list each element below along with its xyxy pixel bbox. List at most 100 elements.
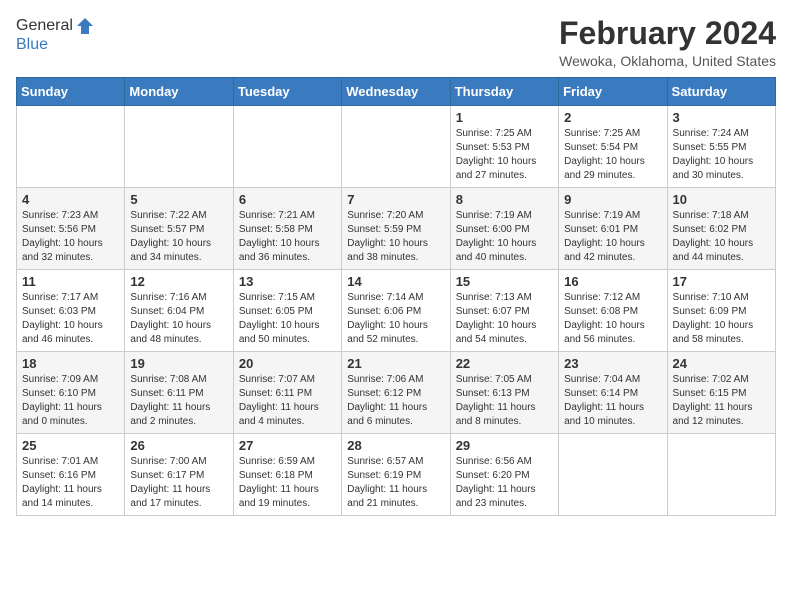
day-number: 14 (347, 274, 444, 289)
day-info: Sunrise: 7:06 AM Sunset: 6:12 PM Dayligh… (347, 373, 444, 429)
header-sunday: Sunday (17, 78, 125, 106)
day-info: Sunrise: 7:09 AM Sunset: 6:10 PM Dayligh… (22, 373, 119, 429)
day-number: 6 (239, 192, 336, 207)
calendar-cell: 28 Sunrise: 6:57 AM Sunset: 6:19 PM Dayli… (342, 434, 450, 516)
calendar-cell: 1 Sunrise: 7:25 AM Sunset: 5:53 PM Daylig… (450, 106, 558, 188)
calendar-cell: 2 Sunrise: 7:25 AM Sunset: 5:54 PM Daylig… (559, 106, 667, 188)
calendar-cell: 16Sunrise: 7:12 AM Sunset: 6:08 PM Dayli… (559, 270, 667, 352)
day-info: Sunrise: 7:19 AM Sunset: 6:00 PM Dayligh… (456, 209, 553, 265)
main-container: General Blue February 2024 Wewoka, Oklah… (0, 0, 792, 524)
day-info: Sunrise: 7:18 AM Sunset: 6:02 PM Dayligh… (673, 209, 770, 265)
day-number: 20 (239, 356, 336, 371)
day-number: 17 (673, 274, 770, 289)
calendar-cell: 10Sunrise: 7:18 AM Sunset: 6:02 PM Dayli… (667, 188, 775, 270)
day-number: 2 (564, 110, 661, 125)
calendar-cell: 8 Sunrise: 7:19 AM Sunset: 6:00 PM Daylig… (450, 188, 558, 270)
calendar-week-row: 25Sunrise: 7:01 AM Sunset: 6:16 PM Dayli… (17, 434, 776, 516)
day-number: 26 (130, 438, 227, 453)
calendar-cell: 25Sunrise: 7:01 AM Sunset: 6:16 PM Dayli… (17, 434, 125, 516)
day-info: Sunrise: 7:19 AM Sunset: 6:01 PM Dayligh… (564, 209, 661, 265)
day-info: Sunrise: 7:15 AM Sunset: 6:05 PM Dayligh… (239, 291, 336, 347)
header-friday: Friday (559, 78, 667, 106)
day-number: 4 (22, 192, 119, 207)
calendar-cell: 14 Sunrise: 7:14 AM Sunset: 6:06 PM Dayli… (342, 270, 450, 352)
day-info: Sunrise: 6:56 AM Sunset: 6:20 PM Dayligh… (456, 455, 553, 511)
day-info: Sunrise: 7:21 AM Sunset: 5:58 PM Dayligh… (239, 209, 336, 265)
day-number: 25 (22, 438, 119, 453)
day-info: Sunrise: 7:24 AM Sunset: 5:55 PM Dayligh… (673, 127, 770, 183)
day-info: Sunrise: 7:10 AM Sunset: 6:09 PM Dayligh… (673, 291, 770, 347)
day-number: 29 (456, 438, 553, 453)
day-info: Sunrise: 7:22 AM Sunset: 5:57 PM Dayligh… (130, 209, 227, 265)
day-info: Sunrise: 7:12 AM Sunset: 6:08 PM Dayligh… (564, 291, 661, 347)
calendar-cell: 11Sunrise: 7:17 AM Sunset: 6:03 PM Dayli… (17, 270, 125, 352)
calendar-cell: 22 Sunrise: 7:05 AM Sunset: 6:13 PM Dayli… (450, 352, 558, 434)
header-tuesday: Tuesday (233, 78, 341, 106)
calendar-cell: 19Sunrise: 7:08 AM Sunset: 6:11 PM Dayli… (125, 352, 233, 434)
day-info: Sunrise: 6:57 AM Sunset: 6:19 PM Dayligh… (347, 455, 444, 511)
day-info: Sunrise: 7:04 AM Sunset: 6:14 PM Dayligh… (564, 373, 661, 429)
day-info: Sunrise: 7:20 AM Sunset: 5:59 PM Dayligh… (347, 209, 444, 265)
calendar-cell: 13 Sunrise: 7:15 AM Sunset: 6:05 PM Dayli… (233, 270, 341, 352)
calendar-cell: 26 Sunrise: 7:00 AM Sunset: 6:17 PM Dayli… (125, 434, 233, 516)
calendar-cell: 21Sunrise: 7:06 AM Sunset: 6:12 PM Dayli… (342, 352, 450, 434)
day-number: 5 (130, 192, 227, 207)
day-info: Sunrise: 7:05 AM Sunset: 6:13 PM Dayligh… (456, 373, 553, 429)
header-thursday: Thursday (450, 78, 558, 106)
calendar-cell: 4 Sunrise: 7:23 AM Sunset: 5:56 PM Daylig… (17, 188, 125, 270)
day-number: 28 (347, 438, 444, 453)
calendar-cell (342, 106, 450, 188)
day-info: Sunrise: 6:59 AM Sunset: 6:18 PM Dayligh… (239, 455, 336, 511)
day-number: 13 (239, 274, 336, 289)
day-info: Sunrise: 7:02 AM Sunset: 6:15 PM Dayligh… (673, 373, 770, 429)
logo-icon (75, 16, 95, 36)
logo-blue-text: Blue (16, 36, 95, 54)
calendar-cell: 9 Sunrise: 7:19 AM Sunset: 6:01 PM Daylig… (559, 188, 667, 270)
calendar-cell: 24Sunrise: 7:02 AM Sunset: 6:15 PM Dayli… (667, 352, 775, 434)
calendar-cell: 17 Sunrise: 7:10 AM Sunset: 6:09 PM Dayli… (667, 270, 775, 352)
weekday-header-row: Sunday Monday Tuesday Wednesday Thursday… (17, 78, 776, 106)
calendar-cell: 6 Sunrise: 7:21 AM Sunset: 5:58 PM Daylig… (233, 188, 341, 270)
calendar-week-row: 1 Sunrise: 7:25 AM Sunset: 5:53 PM Daylig… (17, 106, 776, 188)
day-number: 12 (130, 274, 227, 289)
calendar-cell (559, 434, 667, 516)
day-info: Sunrise: 7:07 AM Sunset: 6:11 PM Dayligh… (239, 373, 336, 429)
calendar-cell: 20 Sunrise: 7:07 AM Sunset: 6:11 PM Dayli… (233, 352, 341, 434)
day-number: 3 (673, 110, 770, 125)
month-title: February 2024 (559, 16, 776, 51)
day-number: 19 (130, 356, 227, 371)
header-section: General Blue February 2024 Wewoka, Oklah… (16, 16, 776, 69)
calendar-cell (17, 106, 125, 188)
day-number: 7 (347, 192, 444, 207)
day-info: Sunrise: 7:14 AM Sunset: 6:06 PM Dayligh… (347, 291, 444, 347)
day-info: Sunrise: 7:00 AM Sunset: 6:17 PM Dayligh… (130, 455, 227, 511)
header-wednesday: Wednesday (342, 78, 450, 106)
calendar-cell (125, 106, 233, 188)
day-info: Sunrise: 7:25 AM Sunset: 5:54 PM Dayligh… (564, 127, 661, 183)
day-info: Sunrise: 7:13 AM Sunset: 6:07 PM Dayligh… (456, 291, 553, 347)
day-number: 8 (456, 192, 553, 207)
calendar-week-row: 11Sunrise: 7:17 AM Sunset: 6:03 PM Dayli… (17, 270, 776, 352)
calendar-table: Sunday Monday Tuesday Wednesday Thursday… (16, 77, 776, 516)
day-info: Sunrise: 7:17 AM Sunset: 6:03 PM Dayligh… (22, 291, 119, 347)
header-monday: Monday (125, 78, 233, 106)
day-number: 23 (564, 356, 661, 371)
calendar-week-row: 18Sunrise: 7:09 AM Sunset: 6:10 PM Dayli… (17, 352, 776, 434)
calendar-cell (233, 106, 341, 188)
calendar-cell: 7 Sunrise: 7:20 AM Sunset: 5:59 PM Daylig… (342, 188, 450, 270)
logo: General Blue (16, 16, 95, 54)
day-number: 15 (456, 274, 553, 289)
calendar-cell: 3 Sunrise: 7:24 AM Sunset: 5:55 PM Daylig… (667, 106, 775, 188)
day-number: 9 (564, 192, 661, 207)
calendar-cell: 29 Sunrise: 6:56 AM Sunset: 6:20 PM Dayli… (450, 434, 558, 516)
day-number: 22 (456, 356, 553, 371)
logo-general-text: General (16, 17, 73, 35)
calendar-cell: 15 Sunrise: 7:13 AM Sunset: 6:07 PM Dayli… (450, 270, 558, 352)
day-info: Sunrise: 7:25 AM Sunset: 5:53 PM Dayligh… (456, 127, 553, 183)
day-info: Sunrise: 7:23 AM Sunset: 5:56 PM Dayligh… (22, 209, 119, 265)
day-info: Sunrise: 7:16 AM Sunset: 6:04 PM Dayligh… (130, 291, 227, 347)
header-saturday: Saturday (667, 78, 775, 106)
location-text: Wewoka, Oklahoma, United States (559, 53, 776, 69)
title-section: February 2024 Wewoka, Oklahoma, United S… (559, 16, 776, 69)
day-number: 1 (456, 110, 553, 125)
